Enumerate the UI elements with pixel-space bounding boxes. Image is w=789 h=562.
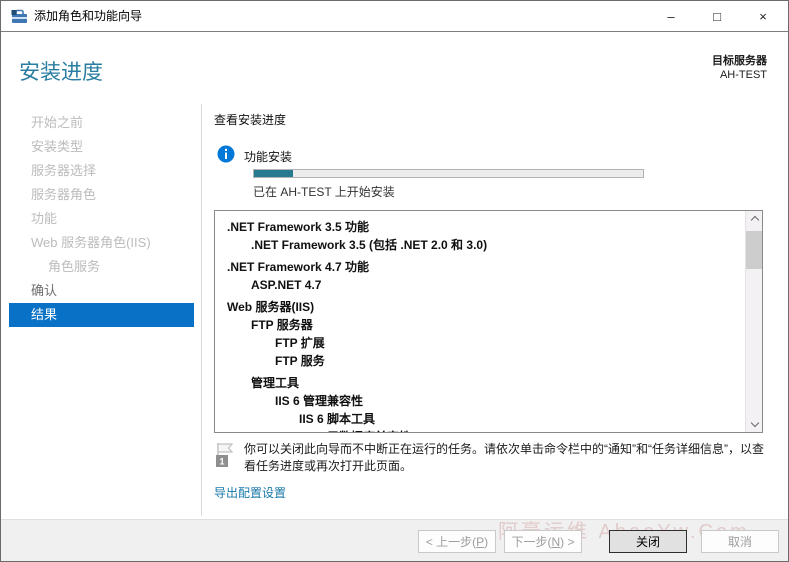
target-server-label: 目标服务器 (712, 55, 767, 67)
scroll-up-icon[interactable] (751, 215, 759, 223)
feature-list-item: ASP.NET 4.7 (251, 278, 322, 292)
progress-title: 功能安装 (244, 150, 293, 164)
title-bar: 添加角色和功能向导 – □ × (1, 1, 788, 32)
scroll-down-icon[interactable] (751, 420, 759, 428)
wizard-window: 添加角色和功能向导 – □ × 安装进度 目标服务器 AH-TEST 开始之前安… (0, 0, 789, 562)
sidebar-item-results[interactable]: 结果 (9, 303, 194, 327)
note-text: 你可以关闭此向导而不中断正在运行的任务。请依次单击命令栏中的“通知”和“任务详细… (244, 442, 764, 473)
feature-list-item: FTP 服务器 (251, 318, 313, 332)
note-badge-number: 1 (219, 457, 224, 467)
sidebar-item-web-server-role-iis: Web 服务器角色(IIS) (31, 235, 151, 250)
progress-status: 已在 AH-TEST 上开始安装 (253, 185, 395, 199)
minimize-icon: – (667, 9, 675, 24)
sidebar-item-before-you-begin: 开始之前 (31, 115, 84, 130)
sidebar-item-features: 功能 (31, 211, 58, 226)
feature-list-item: .NET Framework 3.5 (包括 .NET 2.0 和 3.0) (251, 238, 488, 252)
progress-fill (254, 170, 293, 177)
minimize-button[interactable]: – (648, 1, 694, 32)
feature-list-item: FTP 服务 (275, 354, 325, 368)
info-icon (217, 145, 235, 163)
prev-button: < 上一步(P) (418, 530, 496, 553)
cancel-button: 取消 (701, 530, 779, 553)
scrollbar[interactable] (745, 211, 762, 432)
progress-bar (253, 169, 644, 178)
feature-list-item: IIS 6 元数据库兼容性 (215, 428, 745, 432)
export-config-link[interactable]: 导出配置设置 (214, 484, 286, 501)
feature-list-item: IIS 6 管理兼容性 (275, 394, 364, 408)
close-icon: × (759, 9, 767, 24)
notification-flag-icon: 1 (216, 443, 234, 467)
close-button[interactable]: 关闭 (609, 530, 687, 553)
sidebar-item-installation-type: 安装类型 (31, 139, 84, 154)
feature-list-item: IIS 6 脚本工具 (299, 412, 376, 426)
feature-list-item: .NET Framework 4.7 功能 (227, 260, 370, 274)
sidebar-item-server-roles: 服务器角色 (31, 187, 97, 202)
sidebar-nav: 开始之前安装类型服务器选择服务器角色功能 Web 服务器角色(IIS) 角色服务确认… (1, 111, 202, 327)
scrollbar-thumb[interactable] (746, 231, 762, 269)
feature-list-item: .NET Framework 3.5 功能 (227, 220, 370, 234)
feature-list-item: 管理工具 (251, 376, 300, 390)
target-server-info: 目标服务器 AH-TEST (712, 54, 767, 82)
feature-listbox: .NET Framework 3.5 功能 .NET Framework 3.5 … (214, 210, 763, 433)
sidebar-item-role-services: 角色服务 (48, 259, 101, 274)
page-title: 安装进度 (19, 61, 103, 84)
sidebar-item-server-selection: 服务器选择 (31, 163, 97, 178)
sidebar-divider (201, 104, 202, 516)
sidebar-item-confirmation[interactable]: 确认 (9, 279, 194, 303)
window-title: 添加角色和功能向导 (34, 9, 143, 23)
feature-list: .NET Framework 3.5 功能 .NET Framework 3.5 … (215, 211, 745, 432)
next-button: 下一步(N) > (504, 530, 582, 553)
feature-list-item: Web 服务器(IIS) (227, 300, 315, 314)
target-server-name: AH-TEST (719, 69, 767, 81)
wizard-icon (11, 9, 27, 23)
close-window-button[interactable]: × (740, 1, 786, 32)
feature-list-item: FTP 扩展 (275, 336, 325, 350)
maximize-button[interactable]: □ (694, 1, 740, 32)
section-title: 查看安装进度 (214, 113, 287, 127)
maximize-icon: □ (713, 9, 721, 24)
